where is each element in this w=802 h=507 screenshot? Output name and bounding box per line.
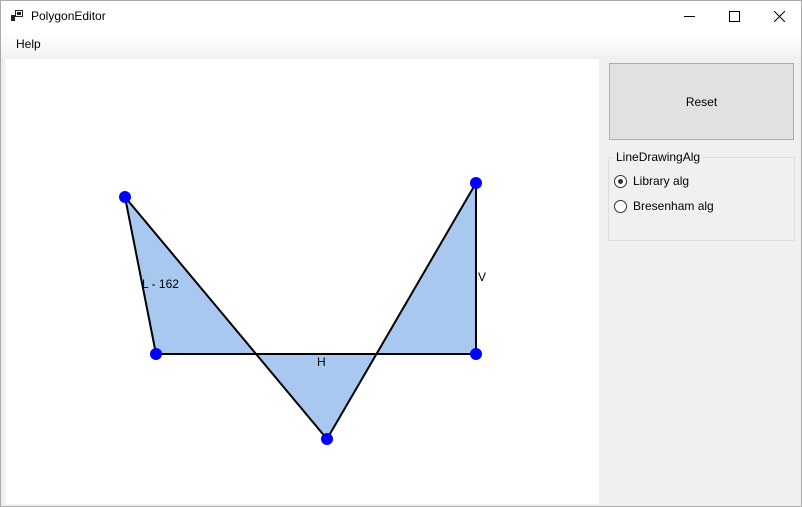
radio-library-alg[interactable]: Library alg bbox=[614, 173, 689, 189]
group-title: LineDrawingAlg bbox=[613, 150, 704, 164]
reset-button[interactable]: Reset bbox=[609, 63, 794, 140]
edge-vertical-label: V bbox=[478, 270, 486, 284]
title-bar[interactable]: PolygonEditor bbox=[1, 1, 801, 32]
maximize-button[interactable] bbox=[711, 1, 757, 32]
vertex-handle[interactable] bbox=[321, 433, 333, 445]
close-icon bbox=[773, 11, 785, 22]
minimize-button[interactable] bbox=[666, 1, 712, 32]
radio-bresenham-alg[interactable]: Bresenham alg bbox=[614, 198, 714, 214]
polygon-drawing[interactable]: L - 162 H V bbox=[5, 59, 599, 504]
radio-button-checked[interactable] bbox=[614, 174, 627, 188]
close-button[interactable] bbox=[756, 1, 802, 32]
radio-label[interactable]: Library alg bbox=[633, 174, 689, 188]
vertex-handle[interactable] bbox=[470, 177, 482, 189]
vertex-handle[interactable] bbox=[470, 348, 482, 360]
vertex-handle[interactable] bbox=[150, 348, 162, 360]
maximize-icon bbox=[728, 11, 740, 22]
radio-button-unchecked[interactable] bbox=[614, 199, 627, 213]
edge-length-label: L - 162 bbox=[142, 277, 179, 291]
radio-label[interactable]: Bresenham alg bbox=[633, 199, 714, 213]
app-icon bbox=[11, 10, 23, 21]
vertex-handle[interactable] bbox=[119, 191, 131, 203]
drawing-canvas[interactable]: L - 162 H V bbox=[5, 59, 599, 504]
minimize-icon bbox=[683, 16, 695, 17]
edge-horizontal-label: H bbox=[317, 355, 326, 369]
app-window: PolygonEditor Help L - 162 H V Reset Lin… bbox=[0, 0, 802, 507]
menu-item-help[interactable]: Help bbox=[16, 37, 41, 51]
window-title: PolygonEditor bbox=[31, 9, 106, 23]
polygon-fill bbox=[125, 183, 476, 439]
menu-bar: Help bbox=[1, 32, 801, 56]
